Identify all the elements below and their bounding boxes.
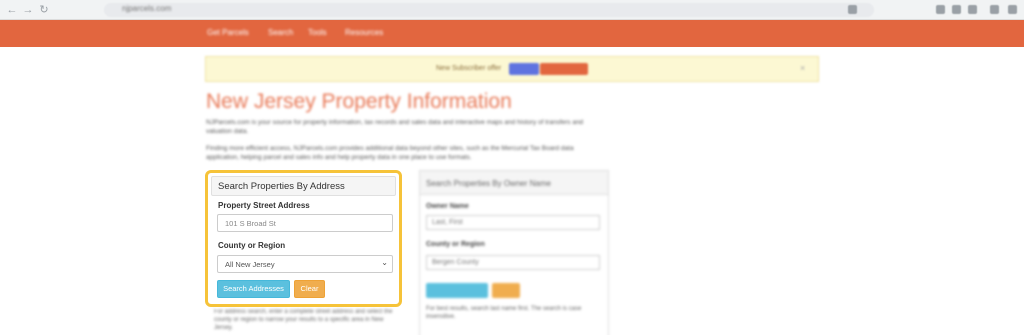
nav-link-get-parcels[interactable]: Get Parcels [207,28,249,37]
page-title: New Jersey Property Information [206,90,512,113]
county-label: County or Region [426,241,485,248]
extension-icon[interactable] [848,5,857,14]
search-addresses-button[interactable]: Search Addresses [217,280,290,298]
alert-primary-button[interactable] [509,63,539,75]
extension-icon[interactable] [952,5,961,14]
owner-search-note: For best results, search last name first… [426,306,582,320]
search-by-owner-panel: Search Properties By Owner Name Owner Na… [419,170,609,335]
search-owners-button[interactable] [426,283,488,298]
county-select[interactable]: All New Jersey ⌄ [217,255,393,273]
street-address-input[interactable] [217,214,393,232]
extension-icon[interactable] [968,5,977,14]
clear-button[interactable] [492,283,520,298]
extension-icon[interactable] [936,5,945,14]
county-selected-value: All New Jersey [225,260,275,269]
owner-name-input[interactable]: Last, First [426,215,600,230]
owner-name-label: Owner Name [426,203,469,210]
browser-toolbar: ← → ↻ njparcels.com [0,0,1024,20]
reload-icon[interactable]: ↻ [38,4,50,16]
back-icon[interactable]: ← [6,4,18,16]
alert-secondary-button[interactable] [540,63,588,75]
forward-icon[interactable]: → [22,4,34,16]
nav-link-tools[interactable]: Tools [308,28,327,37]
intro-paragraph: Finding more efficient access, NJParcels… [206,145,574,161]
site-navbar: Get Parcels Search Tools Resources [0,20,1024,47]
county-label: County or Region [218,241,286,250]
street-address-label: Property Street Address [218,201,310,210]
address-search-note: For address search, enter a complete str… [214,309,393,331]
nav-link-resources[interactable]: Resources [345,28,383,37]
profile-icon[interactable] [990,5,999,14]
intro-paragraph: NJParcels.com is your source for propert… [206,119,584,135]
alert-text: New Subscriber offer [436,65,502,72]
url-text: njparcels.com [122,4,172,13]
clear-button[interactable]: Clear [294,280,325,298]
close-icon[interactable]: × [800,63,805,73]
chevron-down-icon: ⌄ [381,258,388,267]
menu-icon[interactable] [1008,5,1017,14]
panel-heading: Search Properties By Owner Name [420,171,608,195]
panel-heading: Search Properties By Address [211,176,396,196]
county-select[interactable]: Bergen County [426,255,600,270]
search-by-address-panel: Search Properties By Address Property St… [205,170,402,307]
address-bar[interactable] [104,3,874,17]
nav-link-search[interactable]: Search [268,28,293,37]
promo-alert: New Subscriber offer × [205,56,819,82]
